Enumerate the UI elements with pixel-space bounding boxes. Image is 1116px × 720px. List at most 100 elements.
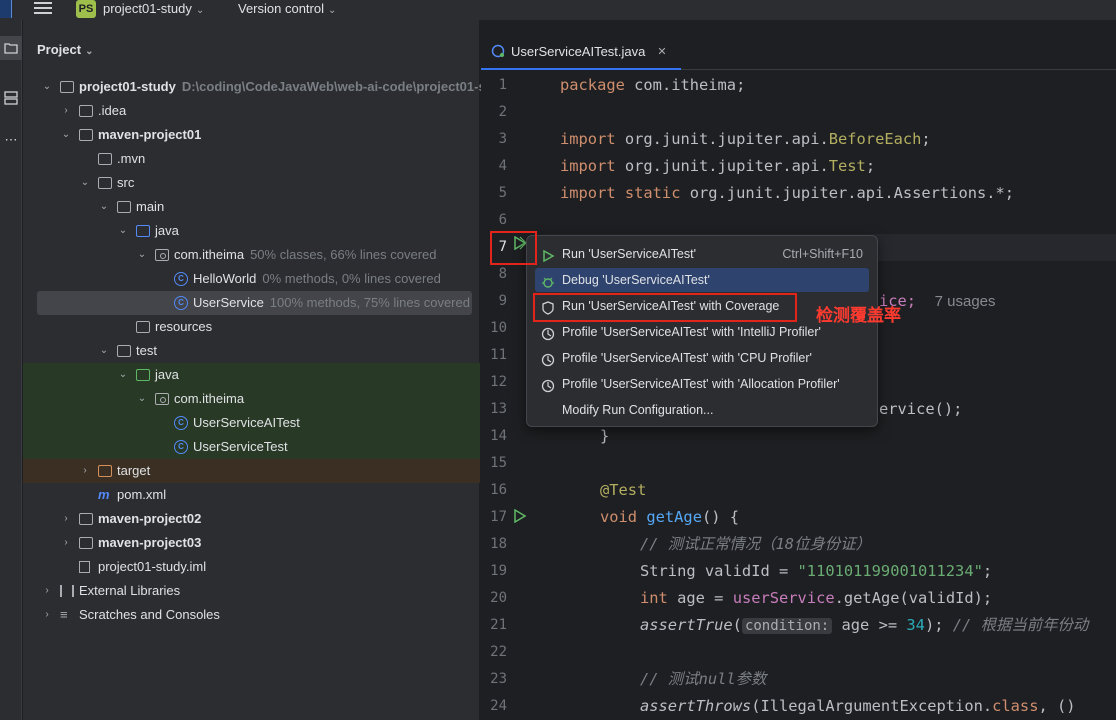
chevron-down-icon: ⌄ [85, 46, 94, 57]
chevron-right-icon[interactable]: › [60, 507, 72, 531]
tree-item-label: External Libraries [79, 583, 181, 598]
tree-item-userservice[interactable]: C UserService 100% methods, 75% lines cove… [37, 291, 472, 315]
highlight-box-coverage [533, 293, 797, 322]
tree-item-label: java [155, 223, 179, 238]
chevron-down-icon[interactable]: ⌄ [136, 387, 148, 411]
menu-item-shortcut: Ctrl+Shift+F10 [782, 247, 863, 261]
chevron-down-icon[interactable]: ⌄ [117, 219, 129, 243]
line-number: 11 [490, 347, 507, 363]
profiler-icon [541, 325, 555, 341]
chevron-down-icon[interactable]: ⌄ [136, 243, 148, 267]
line-number: 19 [490, 563, 507, 579]
tree-item-maven-project02[interactable]: › maven-project02 [23, 507, 480, 531]
folder-icon [60, 81, 74, 93]
code-line-13: ervice(); [879, 400, 963, 418]
tree-item-test-java[interactable]: ⌄ java [23, 363, 480, 387]
tree-item-iml[interactable]: project01-study.iml [23, 555, 480, 579]
project-panel-title[interactable]: Project ⌄ [37, 42, 93, 57]
tree-item-helloworld[interactable]: C HelloWorld 0% methods, 0% lines covered [23, 267, 480, 291]
highlight-box-gutter [490, 231, 537, 265]
tree-item-main-java[interactable]: ⌄ java [23, 219, 480, 243]
chevron-right-icon[interactable]: › [79, 459, 91, 483]
line-number: 23 [490, 671, 507, 687]
menu-item-profile-allocation[interactable]: Profile 'UserServiceAITest' with 'Alloca… [535, 372, 869, 396]
run-icon [541, 247, 555, 263]
tree-item-label: main [136, 199, 165, 214]
close-icon[interactable]: ✕ [657, 45, 666, 58]
chevron-right-icon[interactable]: › [60, 531, 72, 555]
menu-item-modify-run-config[interactable]: Modify Run Configuration... [535, 398, 869, 422]
tree-item-target[interactable]: › target [23, 459, 480, 483]
chevron-right-icon[interactable]: › [60, 99, 72, 123]
folder-icon [117, 201, 131, 213]
code-line-3: import org.junit.jupiter.api.BeforeEach; [560, 130, 931, 148]
tree-item-label: maven-project03 [98, 535, 202, 550]
class-icon: C [174, 440, 188, 454]
title-bar: PS project01-study ⌄ Version control ⌄ [0, 0, 1116, 20]
structure-tool-icon[interactable] [0, 86, 22, 110]
tab-user-service-ai-test[interactable]: UserServiceAITest.java ✕ [481, 34, 681, 70]
chevron-down-icon: ⌄ [328, 5, 337, 16]
run-gutter-icon[interactable] [513, 508, 527, 524]
menu-item-profile-cpu[interactable]: Profile 'UserServiceAITest' with 'CPU Pr… [535, 346, 869, 370]
tree-item-src[interactable]: ⌄ src [23, 171, 480, 195]
test-class-icon [491, 44, 505, 58]
chevron-right-icon[interactable]: › [41, 603, 53, 627]
tree-item-main[interactable]: ⌄ main [23, 195, 480, 219]
tree-item-test-package[interactable]: ⌄ com.itheima [23, 387, 480, 411]
tree-item-main-package[interactable]: ⌄ com.itheima 50% classes, 66% lines cover… [23, 243, 480, 267]
chevron-down-icon[interactable]: ⌄ [117, 363, 129, 387]
chevron-down-icon[interactable]: ⌄ [79, 171, 91, 195]
tree-item-resources[interactable]: resources [23, 315, 480, 339]
editor-tab-bar: UserServiceAITest.java ✕ [481, 34, 1116, 70]
code-line-14: } [600, 427, 610, 445]
tree-item-root[interactable]: ⌄ project01-study D:\coding\CodeJavaWeb\we… [23, 75, 490, 99]
line-number: 16 [490, 482, 507, 498]
line-number: 24 [490, 698, 507, 714]
tree-item-idea[interactable]: › .idea [23, 99, 480, 123]
tree-item-scratches[interactable]: › ≡ Scratches and Consoles [23, 603, 480, 627]
folder-icon [79, 537, 93, 549]
project-switcher[interactable]: project01-study ⌄ [103, 1, 204, 16]
tree-item-label: maven-project01 [98, 127, 202, 142]
line-number: 13 [490, 401, 507, 417]
menu-item-label: Run 'UserServiceAITest' [562, 247, 696, 261]
line-number: 21 [490, 617, 507, 633]
project-tool-icon[interactable] [0, 36, 22, 60]
code-line-4: import org.junit.jupiter.api.Test; [560, 157, 876, 175]
more-tools-icon[interactable]: ⋯ [0, 128, 22, 152]
folder-icon [79, 105, 93, 117]
version-control-menu[interactable]: Version control ⌄ [238, 1, 336, 16]
chevron-down-icon[interactable]: ⌄ [60, 123, 72, 147]
menu-item-label: Debug 'UserServiceAITest' [562, 273, 710, 287]
tree-item-label: target [117, 463, 151, 478]
tree-item-mvn[interactable]: .mvn [23, 147, 480, 171]
chevron-right-icon[interactable]: › [41, 579, 53, 603]
menu-item-run[interactable]: Run 'UserServiceAITest' Ctrl+Shift+F10 [535, 242, 869, 266]
tree-item-maven-project03[interactable]: › maven-project03 [23, 531, 480, 555]
tree-item-userserviceaitest[interactable]: C UserServiceAITest [23, 411, 480, 435]
folder-icon [136, 369, 150, 381]
tree-item-external-libraries[interactable]: › External Libraries [23, 579, 480, 603]
project-panel: Project ⌄ ⌄ project01-study D:\coding\CodeJ… [23, 20, 490, 720]
line-number: 17 [490, 509, 507, 525]
menu-item-debug[interactable]: Debug 'UserServiceAITest' [535, 268, 869, 292]
menu-item-label: Profile 'UserServiceAITest' with 'CPU Pr… [562, 351, 812, 365]
chevron-down-icon[interactable]: ⌄ [41, 75, 53, 99]
tree-item-userservicetest[interactable]: C UserServiceTest [23, 435, 480, 459]
main-menu-icon[interactable] [34, 2, 52, 16]
maven-icon: m [98, 487, 110, 502]
tree-item-maven-project01[interactable]: ⌄ maven-project01 [23, 123, 480, 147]
coverage-note: 50% classes, 66% lines covered [250, 247, 437, 262]
library-icon [60, 585, 74, 597]
tree-item-label: pom.xml [117, 487, 167, 502]
tree-item-pom[interactable]: m pom.xml [23, 483, 480, 507]
tree-item-label: java [155, 367, 179, 382]
file-icon [79, 561, 90, 573]
code-line-20: int age = userService.getAge(validId); [640, 589, 993, 607]
chevron-down-icon[interactable]: ⌄ [98, 195, 110, 219]
chevron-down-icon[interactable]: ⌄ [98, 339, 110, 363]
package-icon [155, 249, 169, 261]
tree-item-test[interactable]: ⌄ test [23, 339, 480, 363]
line-number: 9 [498, 293, 507, 309]
